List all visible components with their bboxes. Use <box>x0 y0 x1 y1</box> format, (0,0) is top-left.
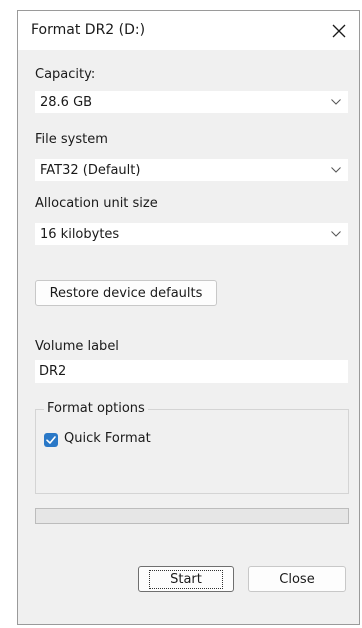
start-button[interactable]: Start <box>138 566 234 592</box>
start-button-label: Start <box>149 569 223 589</box>
title-bar: Format DR2 (D:) <box>18 11 359 50</box>
quick-format-checkbox[interactable] <box>44 433 58 447</box>
file-system-label-text: File system <box>35 132 108 147</box>
quick-format-label[interactable]: Quick Format <box>64 431 151 446</box>
close-icon <box>332 24 346 37</box>
restore-defaults-button[interactable]: Restore device defaults <box>35 280 217 306</box>
file-system-value: FAT32 (Default) <box>40 163 141 178</box>
capacity-label: Capacity: <box>35 67 95 82</box>
allocation-label-text: Allocation unit size <box>35 196 158 211</box>
volume-label-value: DR2 <box>39 364 67 379</box>
capacity-dropdown[interactable]: 28.6 GB <box>35 91 348 113</box>
format-dialog: Format DR2 (D:) Capacity: 28.6 GB File s… <box>17 10 360 625</box>
file-system-dropdown[interactable]: FAT32 (Default) <box>35 159 348 181</box>
dialog-title: Format DR2 (D:) <box>31 22 146 38</box>
chevron-down-icon <box>331 167 341 173</box>
checkmark-icon <box>46 436 56 444</box>
chevron-down-icon <box>331 99 341 105</box>
format-options-title: Format options <box>44 401 148 416</box>
format-progress-bar <box>35 508 349 524</box>
close-button-label: Close <box>279 571 315 587</box>
format-options-group: Format options Quick Format <box>35 401 349 494</box>
volume-label-caption: Volume label <box>35 339 119 354</box>
allocation-value: 16 kilobytes <box>40 227 120 242</box>
restore-defaults-label: Restore device defaults <box>49 285 203 301</box>
volume-label-input[interactable]: DR2 <box>35 360 348 383</box>
allocation-label: Allocation unit size <box>35 196 158 211</box>
close-window-button[interactable] <box>319 11 359 50</box>
close-button[interactable]: Close <box>248 566 346 592</box>
capacity-value: 28.6 GB <box>40 95 93 110</box>
allocation-dropdown[interactable]: 16 kilobytes <box>35 223 348 245</box>
file-system-label: File system <box>35 132 108 147</box>
capacity-label-text: Capacity: <box>35 67 96 82</box>
volume-label-caption-text: Volume label <box>35 339 119 354</box>
chevron-down-icon <box>331 231 341 237</box>
